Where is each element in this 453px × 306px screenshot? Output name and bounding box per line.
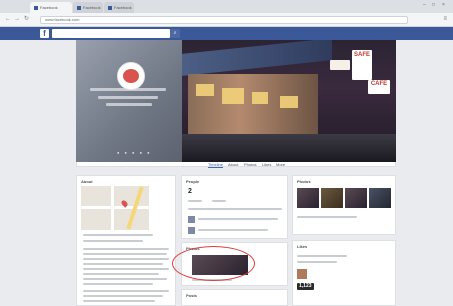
browser-tab[interactable]: Facebook: [73, 2, 103, 13]
storefront: [188, 74, 318, 134]
location-map[interactable]: [81, 186, 149, 230]
map-road: [81, 206, 149, 209]
likes-text-line: [297, 261, 337, 263]
lit-window: [196, 84, 214, 96]
search-icon[interactable]: ⌕: [170, 29, 180, 38]
people-text-line: [188, 208, 282, 210]
page-tabs: Timeline About Photos Likes More: [182, 162, 396, 168]
map-road: [111, 186, 114, 230]
tab-label: Facebook: [83, 5, 101, 10]
browser-tab-active[interactable]: Facebook: [30, 2, 72, 13]
tab-timeline[interactable]: Timeline: [208, 162, 223, 168]
facebook-favicon-icon: [34, 5, 38, 10]
store-awning: [182, 40, 332, 76]
red-circle-annotation: [172, 246, 255, 281]
description-line: [83, 290, 169, 292]
back-icon[interactable]: ←: [5, 16, 11, 23]
profile-logo: [123, 69, 139, 83]
people-card: People 2: [181, 175, 288, 239]
browser-tab-strip: Facebook Facebook Facebook – □ ×: [0, 0, 453, 13]
photo-thumbnail[interactable]: [369, 188, 391, 208]
description-line: [83, 253, 167, 255]
people-stat-line: [212, 200, 226, 202]
photos-text-line: [297, 216, 357, 218]
tab-label: Facebook: [114, 5, 132, 10]
description-line: [83, 278, 167, 280]
about-card-title: About: [81, 179, 93, 184]
profile-picture[interactable]: [117, 62, 145, 90]
posts-card-title: Posts: [186, 293, 197, 298]
browser-tab[interactable]: Facebook: [104, 2, 134, 13]
facebook-header: f ⌕: [0, 27, 453, 40]
likes-card: Likes 1,123: [292, 240, 396, 306]
tab-label: Facebook: [40, 5, 58, 10]
about-card: About: [76, 175, 176, 306]
liked-page-avatar[interactable]: [297, 269, 307, 279]
blurred-page-category: [98, 96, 158, 99]
people-text-line: [198, 218, 278, 220]
menu-icon[interactable]: ≡: [443, 16, 447, 23]
tab-about[interactable]: About: [228, 162, 238, 167]
facebook-favicon-icon: [77, 5, 81, 10]
recent-photos-card-title: Photos: [297, 179, 311, 184]
address-bar[interactable]: www.facebook.com: [40, 16, 408, 24]
profile-overlay-panel: [76, 40, 182, 162]
posts-card: Posts: [181, 289, 288, 306]
store-sign: [330, 60, 350, 70]
likes-text-line: [297, 255, 347, 257]
search-input[interactable]: [52, 29, 170, 38]
store-sign-cafe: CAFE: [368, 80, 390, 94]
tab-likes[interactable]: Likes: [262, 162, 271, 167]
description-line: [83, 283, 153, 285]
recent-photos-card: Photos: [292, 175, 396, 235]
cover-area: SAFE CAFE: [76, 40, 396, 162]
description-line: [83, 273, 159, 275]
blurred-page-info: [106, 103, 152, 106]
info-line: [83, 240, 143, 242]
cover-photo[interactable]: SAFE CAFE: [182, 40, 396, 162]
lit-window: [222, 88, 244, 104]
description-line: [83, 263, 163, 265]
cover-dots: ● ● ● ● ●: [117, 150, 152, 155]
likes-card-title: Likes: [297, 244, 308, 249]
avatar[interactable]: [188, 227, 195, 234]
description-line: [83, 258, 169, 260]
people-count: 2: [188, 188, 192, 195]
forward-icon[interactable]: →: [14, 16, 20, 23]
tab-photos[interactable]: Photos: [244, 162, 256, 167]
like-count-badge: 1,123: [297, 283, 314, 290]
people-text-line: [198, 229, 268, 231]
people-card-title: People: [186, 179, 200, 184]
store-sign-safe: SAFE: [352, 50, 372, 80]
description-line: [83, 248, 169, 250]
close-icon[interactable]: ×: [442, 2, 445, 8]
description-line: [83, 268, 169, 270]
description-line: [83, 300, 155, 302]
photo-thumbnail[interactable]: [345, 188, 367, 208]
lit-window: [252, 92, 268, 104]
minimize-icon[interactable]: –: [423, 2, 426, 8]
people-stat-line: [188, 200, 202, 202]
photo-thumbnail[interactable]: [297, 188, 319, 208]
description-line: [83, 295, 163, 297]
tab-more[interactable]: More: [276, 162, 285, 167]
reload-icon[interactable]: ↻: [24, 16, 29, 23]
address-line: [83, 234, 153, 236]
facebook-logo[interactable]: f: [40, 29, 49, 38]
lit-window: [280, 96, 298, 108]
photo-thumbnail[interactable]: [321, 188, 343, 208]
street: [182, 134, 396, 162]
browser-toolbar: ← → ↻ www.facebook.com ≡: [0, 13, 453, 27]
facebook-favicon-icon: [108, 5, 112, 10]
avatar[interactable]: [188, 216, 195, 223]
maximize-icon[interactable]: □: [432, 2, 435, 8]
